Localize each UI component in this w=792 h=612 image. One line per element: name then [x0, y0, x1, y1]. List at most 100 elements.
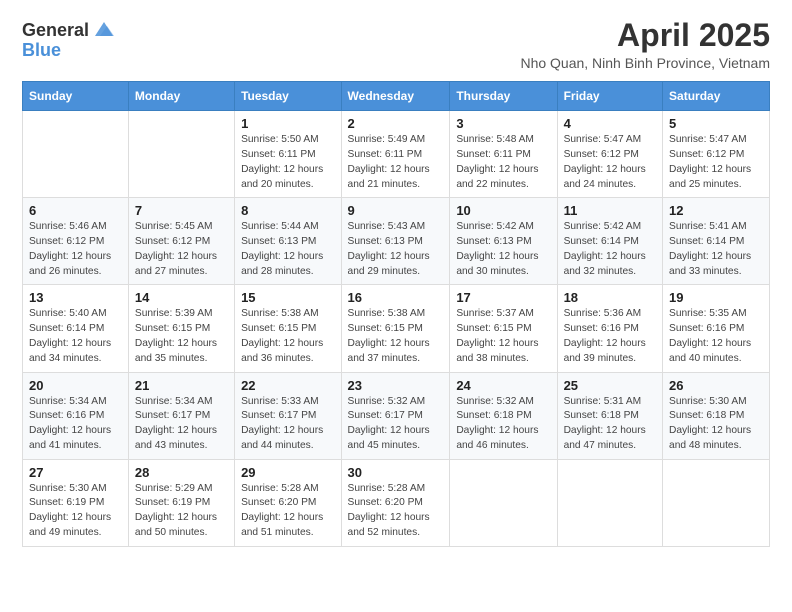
calendar-cell: 3 Sunrise: 5:48 AM Sunset: 6:11 PM Daylig…	[450, 111, 557, 198]
logo: General Blue	[22, 18, 115, 61]
day-info: Sunrise: 5:50 AM Sunset: 6:11 PM Dayligh…	[241, 133, 334, 192]
weekday-header-friday: Friday	[557, 82, 662, 111]
calendar-cell: 15 Sunrise: 5:38 AM Sunset: 6:15 PM Dayli…	[235, 285, 341, 372]
day-info: Sunrise: 5:30 AM Sunset: 6:18 PM Dayligh…	[669, 395, 763, 454]
day-number: 28	[135, 465, 228, 480]
day-info: Sunrise: 5:32 AM Sunset: 6:17 PM Dayligh…	[348, 395, 444, 454]
month-title: April 2025	[520, 18, 770, 53]
day-number: 26	[669, 378, 763, 393]
day-number: 21	[135, 378, 228, 393]
day-number: 23	[348, 378, 444, 393]
calendar-cell: 12Sunrise: 5:41 AM Sunset: 6:14 PM Dayli…	[663, 198, 770, 285]
day-info: Sunrise: 5:29 AM Sunset: 6:19 PM Dayligh…	[135, 482, 228, 541]
day-info: Sunrise: 5:35 AM Sunset: 6:16 PM Dayligh…	[669, 307, 763, 366]
day-number: 7	[135, 203, 228, 218]
calendar-cell: 24 Sunrise: 5:32 AM Sunset: 6:18 PM Dayli…	[450, 372, 557, 459]
day-info: Sunrise: 5:44 AM Sunset: 6:13 PM Dayligh…	[241, 220, 334, 279]
calendar-cell: 8Sunrise: 5:44 AM Sunset: 6:13 PM Daylig…	[235, 198, 341, 285]
day-info: Sunrise: 5:47 AM Sunset: 6:12 PM Dayligh…	[564, 133, 656, 192]
day-number: 27	[29, 465, 122, 480]
calendar-cell	[450, 459, 557, 546]
day-number: 18	[564, 290, 656, 305]
calendar-cell: 26 Sunrise: 5:30 AM Sunset: 6:18 PM Dayli…	[663, 372, 770, 459]
calendar-cell: 9Sunrise: 5:43 AM Sunset: 6:13 PM Daylig…	[341, 198, 450, 285]
weekday-header-saturday: Saturday	[663, 82, 770, 111]
calendar-cell	[663, 459, 770, 546]
day-number: 24	[456, 378, 550, 393]
week-row-1: 1 Sunrise: 5:50 AM Sunset: 6:11 PM Daylig…	[23, 111, 770, 198]
calendar-cell: 7 Sunrise: 5:45 AM Sunset: 6:12 PM Daylig…	[128, 198, 234, 285]
day-info: Sunrise: 5:48 AM Sunset: 6:11 PM Dayligh…	[456, 133, 550, 192]
day-number: 14	[135, 290, 228, 305]
calendar-page: General Blue April 2025 Nho Quan, Ninh B…	[0, 0, 792, 612]
day-info: Sunrise: 5:40 AM Sunset: 6:14 PM Dayligh…	[29, 307, 122, 366]
weekday-header-thursday: Thursday	[450, 82, 557, 111]
day-info: Sunrise: 5:33 AM Sunset: 6:17 PM Dayligh…	[241, 395, 334, 454]
calendar-cell: 25 Sunrise: 5:31 AM Sunset: 6:18 PM Dayli…	[557, 372, 662, 459]
day-info: Sunrise: 5:28 AM Sunset: 6:20 PM Dayligh…	[348, 482, 444, 541]
day-number: 25	[564, 378, 656, 393]
day-number: 11	[564, 203, 656, 218]
day-number: 1	[241, 116, 334, 131]
day-info: Sunrise: 5:49 AM Sunset: 6:11 PM Dayligh…	[348, 133, 444, 192]
calendar-cell: 4Sunrise: 5:47 AM Sunset: 6:12 PM Daylig…	[557, 111, 662, 198]
calendar-cell: 23 Sunrise: 5:32 AM Sunset: 6:17 PM Dayli…	[341, 372, 450, 459]
calendar-cell: 20 Sunrise: 5:34 AM Sunset: 6:16 PM Dayli…	[23, 372, 129, 459]
day-number: 15	[241, 290, 334, 305]
day-number: 20	[29, 378, 122, 393]
subtitle: Nho Quan, Ninh Binh Province, Vietnam	[520, 55, 770, 71]
calendar-cell: 18 Sunrise: 5:36 AM Sunset: 6:16 PM Dayli…	[557, 285, 662, 372]
day-info: Sunrise: 5:42 AM Sunset: 6:14 PM Dayligh…	[564, 220, 656, 279]
calendar-cell: 14Sunrise: 5:39 AM Sunset: 6:15 PM Dayli…	[128, 285, 234, 372]
calendar-cell: 16Sunrise: 5:38 AM Sunset: 6:15 PM Dayli…	[341, 285, 450, 372]
calendar-cell: 2 Sunrise: 5:49 AM Sunset: 6:11 PM Daylig…	[341, 111, 450, 198]
day-info: Sunrise: 5:37 AM Sunset: 6:15 PM Dayligh…	[456, 307, 550, 366]
calendar-cell: 22 Sunrise: 5:33 AM Sunset: 6:17 PM Dayli…	[235, 372, 341, 459]
calendar-cell	[557, 459, 662, 546]
day-info: Sunrise: 5:45 AM Sunset: 6:12 PM Dayligh…	[135, 220, 228, 279]
day-info: Sunrise: 5:36 AM Sunset: 6:16 PM Dayligh…	[564, 307, 656, 366]
day-number: 6	[29, 203, 122, 218]
calendar-cell: 10 Sunrise: 5:42 AM Sunset: 6:13 PM Dayli…	[450, 198, 557, 285]
logo-text: General	[22, 21, 89, 39]
calendar-cell: 5Sunrise: 5:47 AM Sunset: 6:12 PM Daylig…	[663, 111, 770, 198]
weekday-header-tuesday: Tuesday	[235, 82, 341, 111]
week-row-5: 27Sunrise: 5:30 AM Sunset: 6:19 PM Dayli…	[23, 459, 770, 546]
calendar-cell: 19Sunrise: 5:35 AM Sunset: 6:16 PM Dayli…	[663, 285, 770, 372]
day-info: Sunrise: 5:34 AM Sunset: 6:17 PM Dayligh…	[135, 395, 228, 454]
calendar-cell	[128, 111, 234, 198]
week-row-3: 13Sunrise: 5:40 AM Sunset: 6:14 PM Dayli…	[23, 285, 770, 372]
day-number: 3	[456, 116, 550, 131]
weekday-header-row: SundayMondayTuesdayWednesdayThursdayFrid…	[23, 82, 770, 111]
logo-blue: Blue	[22, 40, 61, 60]
day-info: Sunrise: 5:28 AM Sunset: 6:20 PM Dayligh…	[241, 482, 334, 541]
logo-icon	[93, 18, 115, 40]
week-row-2: 6 Sunrise: 5:46 AM Sunset: 6:12 PM Daylig…	[23, 198, 770, 285]
day-number: 12	[669, 203, 763, 218]
day-number: 9	[348, 203, 444, 218]
day-number: 22	[241, 378, 334, 393]
week-row-4: 20 Sunrise: 5:34 AM Sunset: 6:16 PM Dayli…	[23, 372, 770, 459]
day-info: Sunrise: 5:46 AM Sunset: 6:12 PM Dayligh…	[29, 220, 122, 279]
day-number: 29	[241, 465, 334, 480]
title-block: April 2025 Nho Quan, Ninh Binh Province,…	[520, 18, 770, 71]
day-info: Sunrise: 5:32 AM Sunset: 6:18 PM Dayligh…	[456, 395, 550, 454]
calendar-cell: 30 Sunrise: 5:28 AM Sunset: 6:20 PM Dayli…	[341, 459, 450, 546]
calendar-table: SundayMondayTuesdayWednesdayThursdayFrid…	[22, 81, 770, 547]
day-number: 10	[456, 203, 550, 218]
day-info: Sunrise: 5:31 AM Sunset: 6:18 PM Dayligh…	[564, 395, 656, 454]
calendar-cell: 27Sunrise: 5:30 AM Sunset: 6:19 PM Dayli…	[23, 459, 129, 546]
day-number: 30	[348, 465, 444, 480]
day-info: Sunrise: 5:38 AM Sunset: 6:15 PM Dayligh…	[241, 307, 334, 366]
calendar-cell: 29 Sunrise: 5:28 AM Sunset: 6:20 PM Dayli…	[235, 459, 341, 546]
calendar-cell: 6 Sunrise: 5:46 AM Sunset: 6:12 PM Daylig…	[23, 198, 129, 285]
day-info: Sunrise: 5:42 AM Sunset: 6:13 PM Dayligh…	[456, 220, 550, 279]
calendar-cell: 28 Sunrise: 5:29 AM Sunset: 6:19 PM Dayli…	[128, 459, 234, 546]
day-number: 2	[348, 116, 444, 131]
day-info: Sunrise: 5:38 AM Sunset: 6:15 PM Dayligh…	[348, 307, 444, 366]
day-info: Sunrise: 5:34 AM Sunset: 6:16 PM Dayligh…	[29, 395, 122, 454]
calendar-cell: 1 Sunrise: 5:50 AM Sunset: 6:11 PM Daylig…	[235, 111, 341, 198]
weekday-header-monday: Monday	[128, 82, 234, 111]
weekday-header-wednesday: Wednesday	[341, 82, 450, 111]
calendar-cell	[23, 111, 129, 198]
